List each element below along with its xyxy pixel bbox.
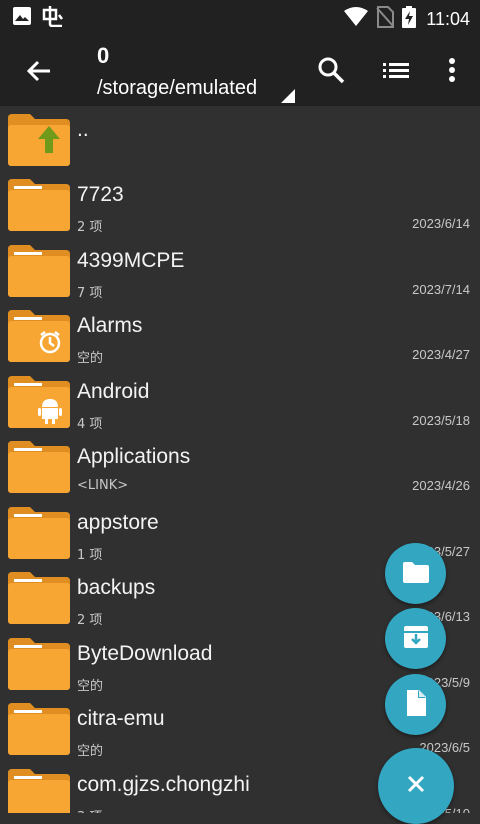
item-date: 2023/7/14: [412, 281, 470, 297]
list-item[interactable]: Alarms 空的 2023/4/27: [0, 302, 480, 367]
more-options-icon[interactable]: [436, 54, 468, 86]
new-file-icon: [401, 688, 431, 722]
item-name: citra-emu: [77, 707, 165, 730]
item-date: 2023/4/26: [412, 478, 470, 493]
list-item[interactable]: 7723 2 项 2023/6/14: [0, 171, 480, 236]
new-folder-fab[interactable]: [385, 543, 446, 604]
back-arrow-icon[interactable]: [22, 54, 56, 88]
item-name: 7723: [77, 183, 124, 206]
folder-icon: [8, 243, 70, 297]
battery-charging-icon: [402, 6, 417, 32]
item-name: Alarms: [77, 314, 143, 337]
item-name: Applications: [77, 445, 191, 468]
list-item[interactable]: Applications <LINK> 2023/4/26: [0, 433, 480, 498]
item-meta: 3 项: [77, 806, 102, 814]
list-view-icon[interactable]: [380, 54, 412, 86]
parent-folder-icon: [8, 112, 70, 166]
wifi-icon: [344, 7, 369, 31]
item-meta: <LINK>: [77, 478, 129, 493]
folder-icon: [8, 767, 70, 813]
item-name: com.gjzs.chongzhi: [77, 772, 250, 796]
folder-icon: [8, 636, 70, 690]
clock: 11:04: [426, 8, 470, 29]
item-date: 2023/5/18: [412, 412, 470, 428]
item-meta: 空的: [77, 351, 104, 366]
no-sim-icon: [376, 6, 395, 32]
folder-icon: [8, 177, 70, 231]
folder-icon: [8, 701, 70, 755]
item-name: 4399MCPE: [77, 248, 185, 272]
item-name: appstore: [77, 510, 159, 534]
archive-icon: [401, 622, 431, 656]
status-bar: 11:04: [0, 0, 480, 34]
item-meta: 4 项: [77, 416, 103, 432]
toolbar: 0 /storage/emulated: [0, 34, 480, 106]
path-dropdown-icon[interactable]: [281, 88, 295, 103]
item-date: 2023/4/27: [412, 347, 470, 362]
item-meta: 7 项: [77, 285, 103, 301]
item-name: backups: [77, 576, 156, 599]
list-item[interactable]: 4399MCPE 7 项 2023/7/14: [0, 237, 480, 302]
item-meta: 1 项: [77, 547, 103, 563]
item-name: ByteDownload: [77, 641, 213, 665]
item-name: Android: [77, 379, 150, 403]
parent-directory-label: ..: [77, 118, 89, 141]
new-folder-icon: [401, 557, 431, 591]
current-path[interactable]: /storage/emulated: [97, 77, 257, 100]
new-file-fab[interactable]: [385, 674, 446, 735]
folder-icon: [8, 570, 70, 624]
item-meta: 2 项: [77, 613, 103, 628]
parent-directory-item[interactable]: ..: [0, 106, 480, 171]
list-item[interactable]: Android 4 项 2023/5/18: [0, 368, 480, 433]
item-meta: 空的: [77, 678, 104, 694]
image-notification-icon: [12, 6, 32, 30]
app-notification-icon: [42, 5, 64, 31]
new-archive-fab[interactable]: [385, 608, 446, 669]
item-meta: 2 项: [77, 220, 103, 235]
item-meta: 空的: [77, 744, 104, 759]
close-icon: [404, 772, 428, 800]
item-date: 2023/6/14: [412, 216, 470, 231]
alarm-clock-folder-icon: [8, 308, 70, 362]
android-folder-icon: [8, 374, 70, 428]
folder-icon: [8, 439, 70, 493]
folder-title: 0: [97, 43, 110, 68]
folder-icon: [8, 505, 70, 559]
search-icon[interactable]: [315, 54, 347, 86]
